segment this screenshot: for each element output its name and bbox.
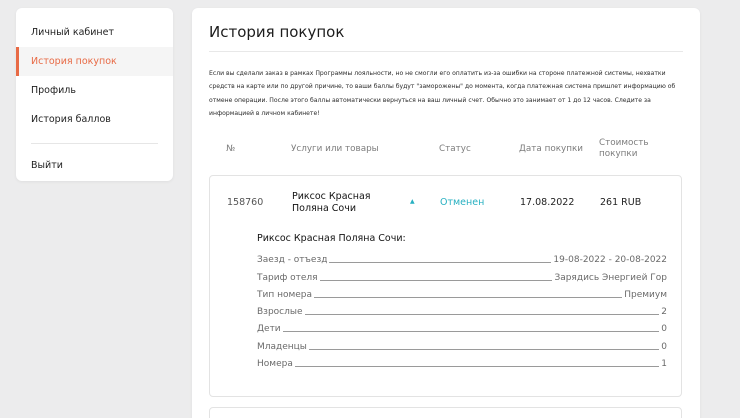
title-divider bbox=[209, 51, 683, 52]
detail-value: 0 bbox=[661, 324, 667, 335]
detail-label: Взрослые bbox=[257, 307, 303, 318]
top-bar bbox=[0, 0, 740, 6]
table-header: № Услуги или товары Статус Дата покупки … bbox=[192, 138, 700, 168]
order-card[interactable]: 158760 Риксос Красная Поляна Сочи ▲ Отме… bbox=[209, 175, 682, 397]
detail-label: Младенцы bbox=[257, 341, 307, 352]
dotted-leader bbox=[329, 262, 552, 264]
sidebar-divider bbox=[31, 143, 158, 144]
sidebar-item-purchase-history[interactable]: История покупок bbox=[16, 47, 173, 76]
detail-value: Зарядись Энергией Гор bbox=[554, 272, 667, 283]
column-price: Стоимость покупки bbox=[599, 138, 649, 159]
order-status: Отменен bbox=[440, 197, 485, 208]
chevron-up-icon[interactable]: ▲ bbox=[410, 198, 415, 205]
order-product: Риксос Красная Поляна Сочи bbox=[292, 191, 371, 214]
detail-row: Тариф отеля Зарядись Энергией Гор bbox=[257, 266, 667, 283]
order-date: 17.08.2022 bbox=[520, 197, 575, 208]
dotted-leader bbox=[308, 348, 660, 350]
loyalty-notice: Если вы сделали заказ в рамках Программы… bbox=[209, 70, 676, 117]
detail-label: Заезд - отъезд bbox=[257, 255, 328, 266]
order-number: 158760 bbox=[227, 197, 264, 208]
detail-row: Взрослые 2 bbox=[257, 301, 667, 318]
dotted-leader bbox=[282, 331, 660, 333]
detail-value: 19-08-2022 - 20-08-2022 bbox=[553, 255, 667, 266]
next-order-card[interactable] bbox=[209, 407, 682, 418]
details-title: Риксос Красная Поляна Сочи: bbox=[257, 233, 406, 244]
column-number: № bbox=[226, 144, 236, 154]
detail-label: Тариф отеля bbox=[257, 272, 318, 283]
detail-label: Тип номера bbox=[257, 289, 313, 300]
column-items: Услуги или товары bbox=[291, 144, 379, 154]
order-price: 261 RUB bbox=[600, 197, 642, 208]
detail-row: Младенцы 0 bbox=[257, 335, 667, 352]
sidebar-item-profile[interactable]: Профиль bbox=[16, 76, 173, 105]
sidebar: Личный кабинет История покупок Профиль И… bbox=[16, 8, 173, 181]
sidebar-item-account[interactable]: Личный кабинет bbox=[16, 18, 173, 47]
dotted-leader bbox=[294, 366, 660, 368]
column-status: Статус bbox=[439, 144, 471, 154]
column-date: Дата покупки bbox=[519, 144, 584, 154]
detail-value: Премиум bbox=[624, 289, 667, 300]
page-title: История покупок bbox=[209, 23, 345, 41]
detail-value: 2 bbox=[661, 307, 667, 318]
detail-row: Заезд - отъезд 19-08-2022 - 20-08-2022 bbox=[257, 249, 667, 266]
dotted-leader bbox=[304, 314, 660, 316]
order-details: Риксос Красная Поляна Сочи: Заезд - отъе… bbox=[257, 232, 667, 370]
sidebar-item-points-history[interactable]: История баллов bbox=[16, 105, 173, 134]
main-panel: История покупок Если вы сделали заказ в … bbox=[192, 8, 700, 418]
dotted-leader bbox=[314, 296, 623, 298]
dotted-leader bbox=[319, 279, 553, 281]
detail-label: Дети bbox=[257, 324, 281, 335]
detail-row: Номера 1 bbox=[257, 353, 667, 370]
logout-button[interactable]: Выйти bbox=[16, 151, 173, 180]
detail-row: Тип номера Премиум bbox=[257, 284, 667, 301]
detail-value: 0 bbox=[661, 341, 667, 352]
detail-label: Номера bbox=[257, 359, 293, 370]
detail-row: Дети 0 bbox=[257, 318, 667, 335]
detail-value: 1 bbox=[661, 359, 667, 370]
